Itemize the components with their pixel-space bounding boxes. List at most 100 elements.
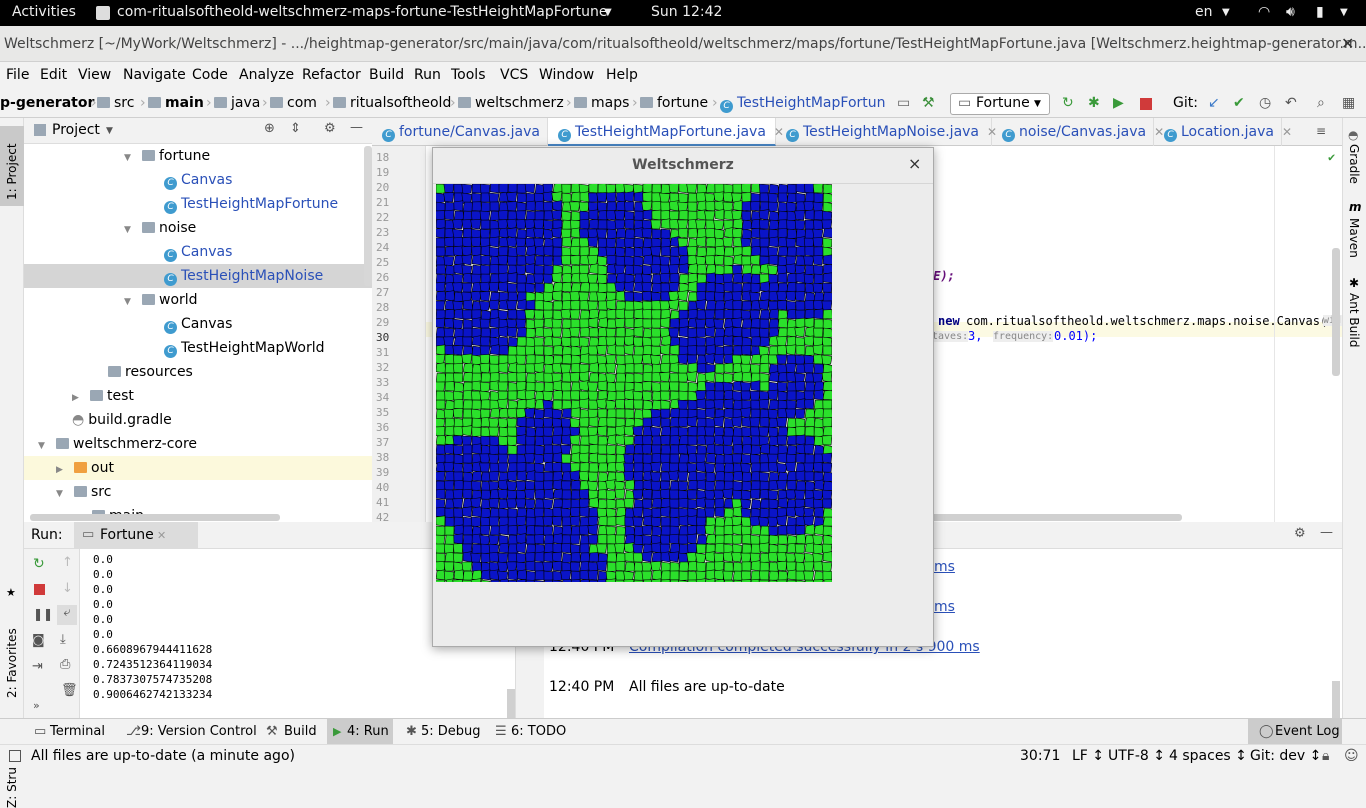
git-branch[interactable]: Git: dev ↕	[1250, 748, 1321, 764]
tab-location[interactable]: C Location.java ✕	[1154, 118, 1292, 146]
menu-edit[interactable]: Edit	[40, 67, 67, 83]
breadcrumb-item[interactable]: ritualsoftheold	[333, 95, 451, 111]
minimize-icon[interactable]: —	[1320, 525, 1333, 540]
tab-testheightmapfortune[interactable]: C TestHeightMapFortune.java ✕	[548, 118, 784, 146]
rerun-icon[interactable]: ↻	[1062, 95, 1074, 111]
tab-noise-canvas[interactable]: Cnoise/Canvas.java ✕	[992, 118, 1164, 146]
debug-icon[interactable]: ✱	[1088, 95, 1100, 111]
breadcrumb-item[interactable]: C TestHeightMapFortune	[720, 95, 885, 113]
locate-icon[interactable]: ⊕	[264, 121, 275, 136]
gradle-tool-label[interactable]: Gradle	[1347, 144, 1361, 184]
chevron-down-icon[interactable]: ▼	[106, 126, 113, 136]
scrollbar[interactable]	[364, 146, 372, 286]
tool-terminal[interactable]: Terminal	[50, 724, 105, 739]
menu-window[interactable]: Window	[539, 67, 594, 83]
tree-item-canvas[interactable]: C Canvas	[164, 312, 232, 336]
caret-position[interactable]: 30:71	[1020, 748, 1060, 764]
breadcrumb-item[interactable]: maps	[574, 95, 629, 111]
clock[interactable]: Sun 12:42	[651, 4, 722, 20]
lock-icon[interactable]: 🔒︎	[1322, 748, 1329, 764]
breadcrumb-item[interactable]: java	[214, 95, 260, 111]
tool-build[interactable]: Build	[284, 724, 317, 739]
menu-file[interactable]: File	[6, 67, 29, 83]
revert-icon[interactable]: ↶	[1285, 95, 1297, 111]
tree-item-testheightmapnoise[interactable]: C TestHeightMapNoise	[24, 264, 372, 288]
close-icon[interactable]: ✕	[157, 529, 166, 542]
tool-debug[interactable]: 5: Debug	[421, 724, 481, 739]
close-icon[interactable]: ✕	[1341, 34, 1354, 53]
tab-fortune-canvas[interactable]: Cfortune/Canvas.java✕	[372, 118, 558, 146]
menu-code[interactable]: Code	[192, 67, 228, 83]
gear-icon[interactable]: ⚙	[324, 121, 336, 136]
collapse-icon[interactable]: ⇕	[290, 121, 301, 136]
git-commit-icon[interactable]: ✔	[1233, 95, 1245, 111]
maven-tool-label[interactable]: Maven	[1347, 218, 1361, 258]
wifi-icon[interactable]: ◠	[1258, 4, 1270, 20]
tree-item-test[interactable]: ▶ test	[72, 384, 134, 408]
structure-icon[interactable]: ▭	[897, 95, 910, 111]
tool-version-control[interactable]: 9: Version Control	[141, 724, 257, 739]
line-separator[interactable]: LF ↕	[1072, 748, 1104, 764]
console-scrollbar[interactable]	[507, 689, 515, 718]
breadcrumb-item[interactable]: src	[97, 95, 134, 111]
menu-tools[interactable]: Tools	[451, 67, 486, 83]
project-structure-icon[interactable]: ▦	[1342, 95, 1355, 111]
tree-item-out[interactable]: ▶ out	[24, 456, 372, 480]
tree-item-fortune[interactable]: ▼ fortune	[124, 146, 210, 168]
gear-icon[interactable]: ⚙	[1294, 526, 1306, 541]
tool-todo[interactable]: 6: TODO	[511, 724, 566, 739]
inspector-icon[interactable]: ☺	[1344, 748, 1359, 764]
editor-scrollbar[interactable]	[1332, 248, 1340, 376]
volume-icon[interactable]: 🔊︎	[1286, 4, 1295, 20]
project-panel-title[interactable]: Project	[52, 122, 100, 138]
tree-item-canvas[interactable]: C Canvas	[164, 168, 232, 192]
battery-icon[interactable]: ▮	[1316, 4, 1324, 20]
ant-build-tool-label[interactable]: Ant Build	[1347, 293, 1361, 347]
tree-item-src[interactable]: ▼ src	[56, 480, 111, 504]
breadcrumb-item[interactable]: p-generator	[0, 95, 94, 111]
tree-item-noise[interactable]: ▼ noise	[124, 216, 196, 240]
tree-item-weltschmerz-core[interactable]: ▼ weltschmerz-core	[38, 432, 197, 456]
event-log-button[interactable]: Event Log	[1275, 724, 1340, 739]
breadcrumb-item[interactable]: com	[270, 95, 317, 111]
menu-vcs[interactable]: VCS	[500, 67, 528, 83]
coverage-icon[interactable]: ▶	[1113, 95, 1124, 111]
file-encoding[interactable]: UTF-8 ↕	[1108, 748, 1165, 764]
tool-run[interactable]: 4: Run	[347, 724, 389, 739]
tree-item-build-gradle[interactable]: ◓ build.gradle	[72, 408, 172, 432]
indent-setting[interactable]: 4 spaces ↕	[1169, 748, 1247, 764]
tree-item-resources[interactable]: resources	[108, 360, 193, 384]
menu-help[interactable]: Help	[606, 67, 638, 83]
menu-build[interactable]: Build	[369, 67, 404, 83]
tree-item-testheightmapfortune[interactable]: C TestHeightMapFortune	[164, 192, 338, 216]
language-indicator[interactable]: en	[1195, 4, 1213, 20]
history-icon[interactable]: ◷	[1259, 95, 1271, 111]
project-tool-label[interactable]: 1: Project	[5, 143, 19, 200]
close-icon[interactable]: ×	[908, 154, 921, 173]
breadcrumb-item[interactable]: weltschmerz	[458, 95, 564, 111]
hammer-icon[interactable]: ⚒	[922, 95, 935, 111]
search-icon[interactable]: ⌕	[1317, 95, 1325, 111]
menu-view[interactable]: View	[78, 67, 111, 83]
activities-button[interactable]: Activities	[12, 4, 76, 20]
close-icon[interactable]: ✕	[1282, 125, 1292, 139]
breadcrumb-item[interactable]: main	[148, 95, 204, 111]
git-update-icon[interactable]: ↙	[1208, 95, 1220, 111]
stop-icon[interactable]	[1140, 98, 1152, 110]
horizontal-scrollbar[interactable]	[30, 514, 280, 521]
app-menu[interactable]: com-ritualsoftheold-weltschmerz-maps-for…	[117, 4, 608, 20]
menu-run[interactable]: Run	[414, 67, 441, 83]
tree-item-canvas[interactable]: C Canvas	[164, 240, 232, 264]
tree-item-world[interactable]: ▼ world	[124, 288, 198, 312]
toggle-tool-windows-icon[interactable]	[9, 750, 21, 762]
breadcrumb-item[interactable]: fortune	[640, 95, 708, 111]
menu-refactor[interactable]: Refactor	[302, 67, 361, 83]
tree-item-testheightmapworld[interactable]: C TestHeightMapWorld	[164, 336, 325, 360]
tab-list-icon[interactable]: ≡	[1316, 124, 1326, 138]
menu-navigate[interactable]: Navigate	[123, 67, 186, 83]
menu-analyze[interactable]: Analyze	[239, 67, 294, 83]
tab-testheightmapnoise[interactable]: C TestHeightMapNoise.java ✕	[776, 118, 997, 146]
event-log-entry[interactable]: ms	[934, 599, 955, 615]
event-log-entry[interactable]: ms	[934, 559, 955, 575]
event-log-scrollbar[interactable]	[1332, 681, 1340, 718]
